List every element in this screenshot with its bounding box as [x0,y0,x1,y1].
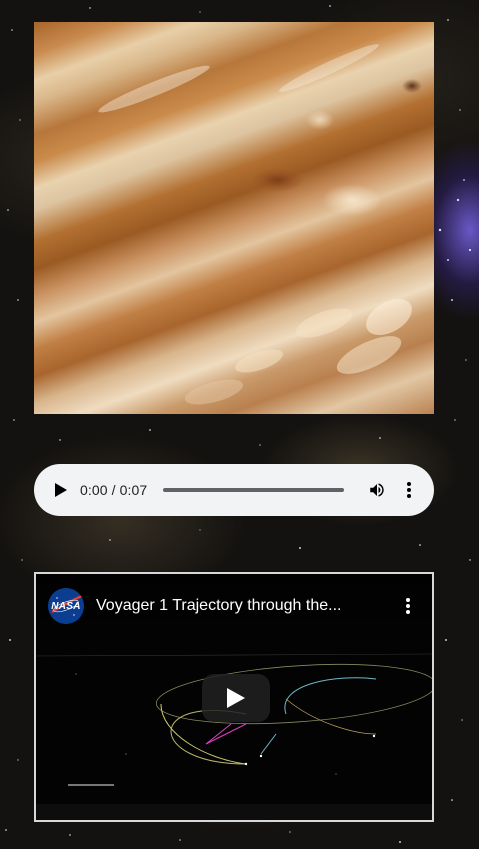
video-title[interactable]: Voyager 1 Trajectory through the... [96,597,396,615]
youtube-play-icon[interactable] [202,674,270,722]
more-vertical-icon[interactable] [396,594,420,618]
play-icon[interactable] [52,481,70,499]
audio-progress-track[interactable] [163,488,344,492]
nasa-logo-avatar[interactable]: NASA [48,588,84,624]
audio-time-display: 0:00 / 0:07 [80,482,148,498]
channel-name: NASA [51,600,81,612]
video-header: NASA Voyager 1 Trajectory through the... [36,574,432,638]
jupiter-image [34,22,434,414]
audio-player[interactable]: 0:00 / 0:07 [34,464,434,516]
more-vertical-icon[interactable] [398,479,420,501]
volume-icon[interactable] [366,479,388,501]
youtube-video-embed[interactable]: NASA Voyager 1 Trajectory through the... [34,572,434,822]
